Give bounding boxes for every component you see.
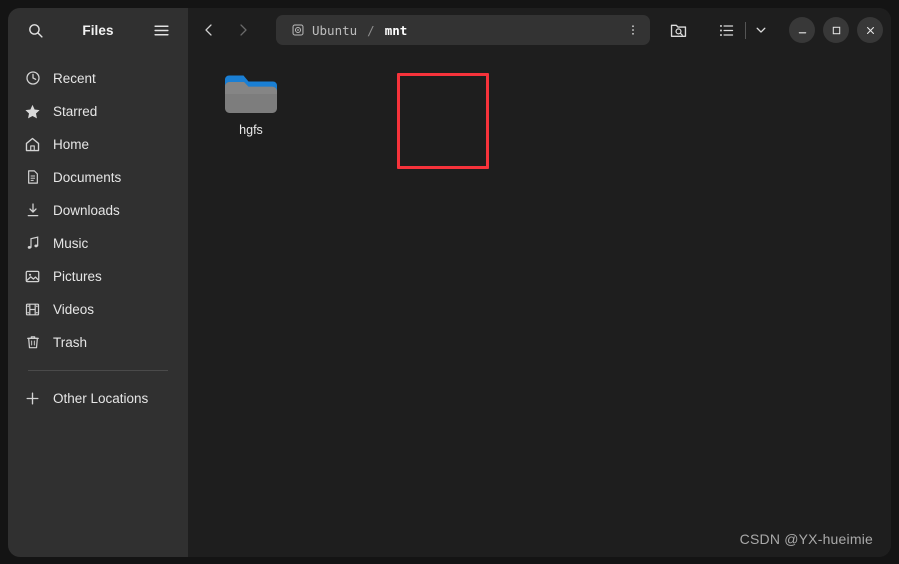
sidebar-item-pictures[interactable]: Pictures — [16, 260, 180, 292]
window-controls — [789, 17, 883, 43]
sidebar-item-label: Pictures — [53, 268, 102, 284]
sidebar: Files Recent Starred Home Documents Down… — [8, 8, 188, 557]
plus-icon — [24, 390, 41, 407]
sidebar-item-recent[interactable]: Recent — [16, 62, 180, 94]
sidebar-item-videos[interactable]: Videos — [16, 293, 180, 325]
sidebar-item-documents[interactable]: Documents — [16, 161, 180, 193]
breadcrumb-item-ubuntu[interactable]: Ubuntu — [286, 21, 362, 40]
file-item-hgfs[interactable]: hgfs — [210, 64, 292, 143]
sidebar-item-trash[interactable]: Trash — [16, 326, 180, 358]
download-icon — [24, 202, 41, 219]
close-button[interactable] — [857, 17, 883, 43]
search-icon[interactable] — [20, 15, 50, 45]
chevron-down-icon[interactable] — [749, 15, 773, 45]
breadcrumb-label: mnt — [384, 22, 408, 38]
home-icon — [24, 136, 41, 153]
film-icon — [24, 301, 41, 318]
sidebar-item-music[interactable]: Music — [16, 227, 180, 259]
sidebar-item-home[interactable]: Home — [16, 128, 180, 160]
main-panel: Ubuntu / mnt hgfs CSDN @YX-hueimie — [188, 8, 891, 557]
hard-disk-icon — [291, 23, 305, 37]
toolbar: Ubuntu / mnt — [188, 8, 891, 52]
file-name-label: hgfs — [239, 123, 263, 137]
sidebar-item-label: Trash — [53, 334, 88, 350]
image-icon — [24, 268, 41, 285]
watermark-text: CSDN @YX-hueimie — [739, 531, 873, 547]
star-icon — [24, 103, 41, 120]
three-dots-vertical-icon[interactable] — [622, 18, 644, 42]
sidebar-item-label: Starred — [53, 103, 98, 119]
sidebar-item-label: Other Locations — [53, 390, 149, 406]
sidebar-item-label: Home — [53, 136, 90, 152]
folder-search-icon[interactable] — [662, 15, 694, 45]
app-title: Files — [82, 22, 114, 38]
document-icon — [24, 169, 41, 186]
hamburger-menu-icon[interactable] — [146, 15, 176, 45]
sidebar-item-downloads[interactable]: Downloads — [16, 194, 180, 226]
breadcrumb-item-mnt[interactable]: mnt — [380, 21, 413, 40]
trash-icon — [24, 334, 41, 351]
maximize-button[interactable] — [823, 17, 849, 43]
breadcrumb-separator: / — [367, 22, 375, 38]
view-controls — [710, 15, 773, 45]
sidebar-item-starred[interactable]: Starred — [16, 95, 180, 127]
annotation-rectangle — [397, 73, 489, 169]
desktop-background: Files Recent Starred Home Documents Down… — [0, 0, 899, 564]
sidebar-item-label: Recent — [53, 70, 96, 86]
forward-button[interactable] — [228, 15, 258, 45]
files-window: Files Recent Starred Home Documents Down… — [8, 8, 891, 557]
folder-icon — [223, 70, 279, 117]
sidebar-item-label: Documents — [53, 169, 122, 185]
minimize-button[interactable] — [789, 17, 815, 43]
back-button[interactable] — [194, 15, 224, 45]
sidebar-item-label: Videos — [53, 301, 95, 317]
music-note-icon — [24, 235, 41, 252]
sidebar-header: Files — [8, 8, 188, 52]
file-grid: hgfs CSDN @YX-hueimie — [188, 52, 891, 557]
sidebar-item-label: Music — [53, 235, 89, 251]
sidebar-places-list: Recent Starred Home Documents Downloads … — [8, 52, 188, 414]
sidebar-divider — [28, 370, 168, 371]
sidebar-item-label: Downloads — [53, 202, 120, 218]
clock-icon — [24, 70, 41, 87]
sidebar-item-other-locations[interactable]: Other Locations — [16, 382, 180, 414]
breadcrumb-label: Ubuntu — [312, 22, 358, 38]
toolbar-separator — [745, 21, 746, 39]
path-breadcrumb-bar[interactable]: Ubuntu / mnt — [276, 15, 650, 45]
list-view-icon[interactable] — [710, 15, 742, 45]
